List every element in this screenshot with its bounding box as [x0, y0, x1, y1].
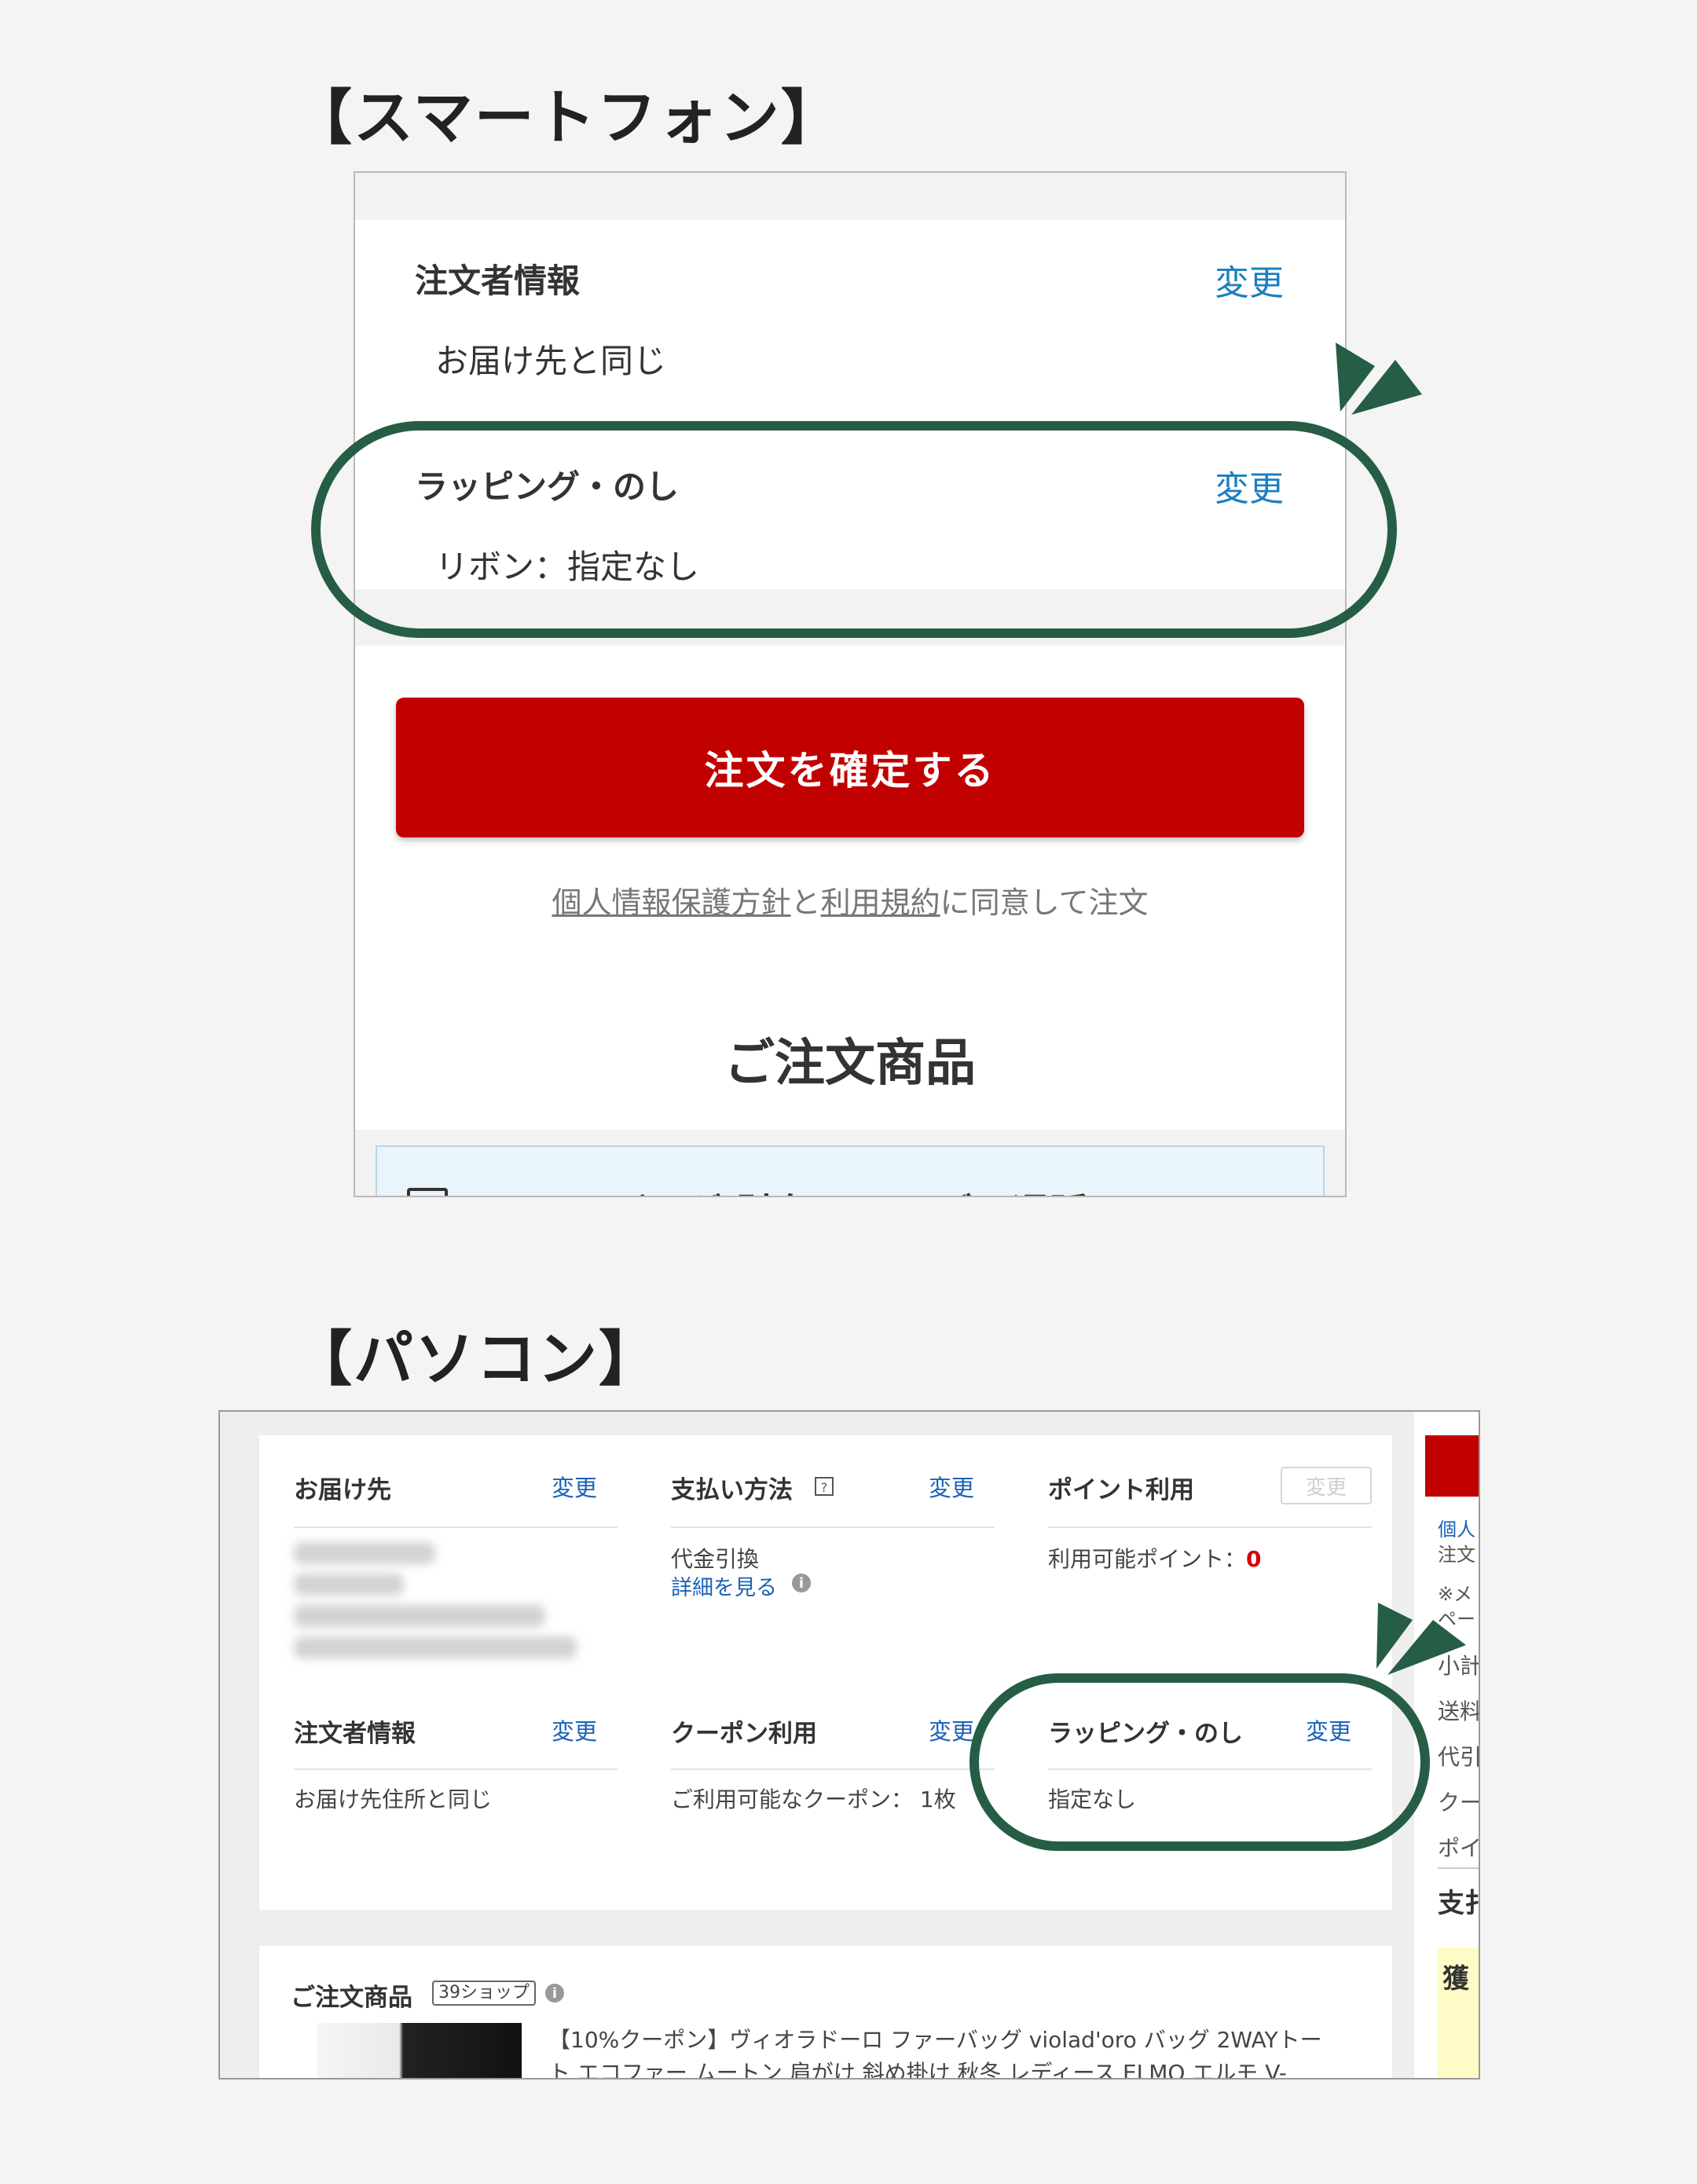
payment-divider — [671, 1526, 995, 1528]
blurred-address-line — [294, 1636, 577, 1658]
points-title: ポイント利用 — [1048, 1476, 1194, 1504]
sidebar-confirm-button[interactable] — [1425, 1435, 1479, 1497]
svg-text:?: ? — [821, 1480, 828, 1495]
points-available-value: 0 — [1246, 1546, 1262, 1572]
delivery-divider — [294, 1526, 618, 1528]
shop-name: DANJO バッグ 財布 シューズの通販 — [459, 1182, 1087, 1196]
product-name-line-1[interactable]: 【10%クーポン】ヴィオラドーロ ファーバッグ violad'oro バッグ 2… — [548, 2023, 1322, 2054]
points-available: 利用可能ポイント：0 — [1048, 1542, 1262, 1574]
product-name-line-2[interactable]: ト エコファー ムートン 肩がけ 斜め掛け 秋冬 レディース ELMO エルモ … — [548, 2056, 1287, 2078]
terms-link[interactable]: 利用規約 — [821, 885, 940, 920]
orderer-change-link[interactable]: 変更 — [552, 1713, 597, 1746]
coupon-divider — [671, 1768, 995, 1770]
smartphone-heading: 【スマートフォン】 — [292, 82, 842, 152]
sidebar-row-coupon: クー — [1438, 1790, 1480, 1816]
agreement-suffix: に同意して注文 — [940, 885, 1149, 920]
agreement-and: と — [790, 885, 821, 920]
attention-accent-icon — [1336, 343, 1422, 415]
attention-accent-icon — [1376, 1603, 1466, 1675]
orderer-title: 注文者情報 — [415, 262, 581, 300]
sidebar-earn-label: 獲 — [1442, 1963, 1469, 1995]
help-icon[interactable]: ? — [812, 1475, 836, 1498]
blurred-address-line — [294, 1605, 545, 1627]
products-title: ご注文商品 — [291, 1984, 412, 2012]
products-title: ご注文商品 — [724, 1035, 976, 1093]
shops-count-badge: 39ショップ — [432, 1981, 536, 2006]
smartphone-screen: 注文者情報 変更 お届け先と同じ ラッピング・のし 変更 リボン：指定なし 注文… — [354, 171, 1347, 1197]
payment-title: 支払い方法 — [671, 1476, 793, 1504]
payment-details-link[interactable]: 詳細を見る — [671, 1570, 777, 1601]
sidebar-pay-total: 支扌 — [1438, 1888, 1479, 1919]
payment-change-link[interactable]: 変更 — [929, 1470, 974, 1503]
info-icon[interactable]: i — [545, 1984, 564, 2003]
sidebar-divider — [1438, 1867, 1479, 1869]
sidebar-row-shipping: 送料 — [1438, 1698, 1480, 1724]
orderer-value: お届け先と同じ — [435, 342, 667, 380]
privacy-policy-link[interactable]: 個人情報保護方針 — [552, 885, 791, 920]
payment-method: 代金引換 — [671, 1546, 760, 1572]
product-thumbnail[interactable] — [317, 2023, 522, 2078]
delivery-title: お届け先 — [294, 1476, 391, 1504]
blurred-address-line — [294, 1542, 435, 1564]
sidebar-row-points: ポイ — [1438, 1835, 1480, 1861]
delivery-change-link[interactable]: 変更 — [552, 1470, 597, 1503]
orderer-value: お届け先住所と同じ — [294, 1786, 493, 1812]
wrapping-highlight-ring — [969, 1673, 1430, 1851]
points-divider — [1048, 1526, 1372, 1528]
orderer-change-link[interactable]: 変更 — [1215, 255, 1284, 305]
blurred-address-line — [294, 1574, 404, 1596]
sidebar-row-cod-fee: 代引 — [1438, 1744, 1480, 1770]
coupon-value: ご利用可能なクーポン： 1枚 — [671, 1786, 956, 1812]
coupon-change-link[interactable]: 変更 — [929, 1713, 974, 1746]
sidebar-link-privacy[interactable]: 個人 — [1438, 1514, 1475, 1541]
shop-bar: DANJO バッグ 財布 シューズの通販 — [376, 1145, 1325, 1196]
shop-checkbox[interactable] — [407, 1188, 448, 1196]
points-change-button[interactable]: 変更 — [1281, 1467, 1372, 1504]
confirm-order-button[interactable]: 注文を確定する — [396, 698, 1304, 837]
info-icon[interactable]: i — [792, 1574, 811, 1592]
orderer-divider — [294, 1768, 618, 1770]
points-available-label: 利用可能ポイント： — [1048, 1546, 1247, 1572]
pc-heading: 【パソコン】 — [292, 1324, 660, 1394]
orderer-title: 注文者情報 — [294, 1720, 416, 1748]
coupon-title: クーポン利用 — [671, 1720, 817, 1748]
wrapping-highlight-ring — [311, 421, 1397, 638]
agreement-text: 個人情報保護方針と利用規約に同意して注文 — [355, 878, 1345, 922]
sidebar-link-order[interactable]: 注文 — [1438, 1539, 1475, 1567]
